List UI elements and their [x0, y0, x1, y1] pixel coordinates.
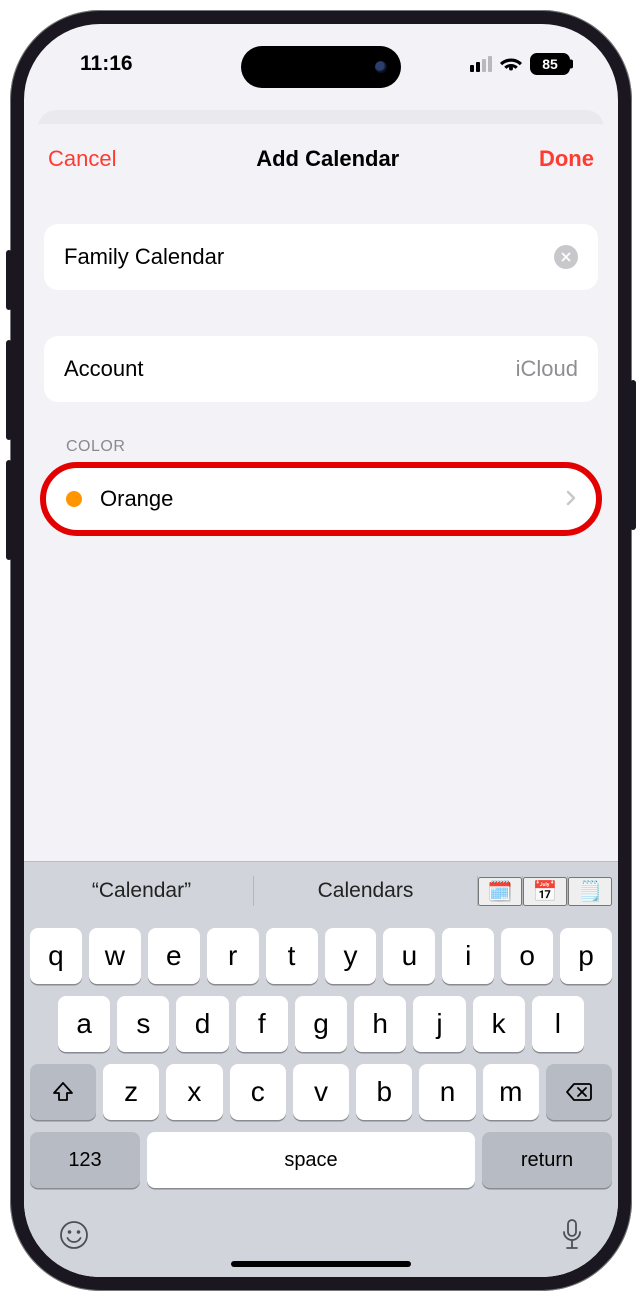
backspace-icon: [565, 1081, 593, 1103]
key-o[interactable]: o: [501, 928, 553, 984]
key-n[interactable]: n: [419, 1064, 475, 1120]
chevron-right-icon: [566, 486, 576, 512]
calendar-name-cell[interactable]: [44, 224, 598, 290]
shift-key[interactable]: [30, 1064, 96, 1120]
power-button: [630, 380, 636, 530]
keyboard-bottom: [24, 1200, 618, 1255]
key-u[interactable]: u: [383, 928, 435, 984]
key-h[interactable]: h: [354, 996, 406, 1052]
color-row-highlight: Orange: [40, 462, 602, 536]
battery-level: 85: [542, 56, 558, 72]
key-i[interactable]: i: [442, 928, 494, 984]
dynamic-island: [241, 46, 401, 88]
keyboard-rows: qwertyuiop asdfghjkl zxcvbnm 123 space: [24, 920, 618, 1188]
color-cell[interactable]: Orange: [44, 466, 598, 532]
suggestion-2[interactable]: Calendars: [254, 879, 477, 903]
status-time: 11:16: [80, 52, 133, 76]
key-t[interactable]: t: [266, 928, 318, 984]
key-z[interactable]: z: [103, 1064, 159, 1120]
color-swatch-icon: [66, 491, 82, 507]
keyboard: “Calendar” Calendars 🗓️ 📅 🗒️ qwertyuiop …: [24, 861, 618, 1277]
kb-row-2: asdfghjkl: [30, 996, 612, 1052]
silent-switch: [6, 250, 12, 310]
cellular-icon: [470, 56, 492, 72]
numbers-key[interactable]: 123: [30, 1132, 140, 1188]
key-j[interactable]: j: [413, 996, 465, 1052]
color-section-header: COLOR: [66, 438, 598, 456]
key-k[interactable]: k: [473, 996, 525, 1052]
wifi-icon: [500, 56, 522, 72]
screen: 11:16 85 Cancel Add Calendar Done: [24, 24, 618, 1277]
key-c[interactable]: c: [230, 1064, 286, 1120]
color-name: Orange: [100, 486, 173, 512]
done-button[interactable]: Done: [539, 146, 594, 172]
dictation-button[interactable]: [560, 1218, 584, 1255]
predictive-bar: “Calendar” Calendars 🗓️ 📅 🗒️: [24, 862, 618, 920]
suggestion-emoji-1[interactable]: 🗓️: [478, 877, 522, 906]
status-right: 85: [470, 53, 570, 75]
key-l[interactable]: l: [532, 996, 584, 1052]
key-w[interactable]: w: [89, 928, 141, 984]
key-a[interactable]: a: [58, 996, 110, 1052]
page-title: Add Calendar: [256, 146, 399, 172]
key-v[interactable]: v: [293, 1064, 349, 1120]
suggestion-1[interactable]: “Calendar”: [30, 879, 253, 903]
space-key[interactable]: space: [147, 1132, 475, 1188]
key-p[interactable]: p: [560, 928, 612, 984]
key-d[interactable]: d: [176, 996, 228, 1052]
emoji-icon: [58, 1219, 90, 1251]
device-frame: 11:16 85 Cancel Add Calendar Done: [10, 10, 632, 1291]
clear-text-button[interactable]: [554, 245, 578, 269]
close-icon: [561, 252, 571, 262]
account-label: Account: [64, 356, 144, 382]
microphone-icon: [560, 1218, 584, 1252]
key-m[interactable]: m: [483, 1064, 539, 1120]
key-f[interactable]: f: [236, 996, 288, 1052]
form-content: Account iCloud COLOR Orange: [24, 194, 618, 536]
key-x[interactable]: x: [166, 1064, 222, 1120]
calendar-name-input[interactable]: [64, 244, 554, 270]
battery-icon: 85: [530, 53, 570, 75]
kb-row-4: 123 space return: [30, 1132, 612, 1188]
suggestion-emoji-3[interactable]: 🗒️: [568, 877, 612, 906]
shift-icon: [51, 1080, 75, 1104]
kb-row-3: zxcvbnm: [30, 1064, 612, 1120]
backspace-key[interactable]: [546, 1064, 612, 1120]
home-indicator[interactable]: [231, 1261, 411, 1267]
cancel-button[interactable]: Cancel: [48, 146, 116, 172]
account-cell[interactable]: Account iCloud: [44, 336, 598, 402]
account-value: iCloud: [516, 356, 578, 382]
kb-row-1: qwertyuiop: [30, 928, 612, 984]
key-q[interactable]: q: [30, 928, 82, 984]
key-e[interactable]: e: [148, 928, 200, 984]
volume-up-button: [6, 340, 12, 440]
key-r[interactable]: r: [207, 928, 259, 984]
return-key[interactable]: return: [482, 1132, 612, 1188]
suggestion-emoji-2[interactable]: 📅: [523, 877, 567, 906]
key-s[interactable]: s: [117, 996, 169, 1052]
add-calendar-sheet: Cancel Add Calendar Done Account iCloud …: [24, 124, 618, 1277]
key-g[interactable]: g: [295, 996, 347, 1052]
volume-down-button: [6, 460, 12, 560]
key-b[interactable]: b: [356, 1064, 412, 1120]
key-y[interactable]: y: [325, 928, 377, 984]
nav-bar: Cancel Add Calendar Done: [24, 124, 618, 194]
emoji-keyboard-button[interactable]: [58, 1219, 90, 1254]
